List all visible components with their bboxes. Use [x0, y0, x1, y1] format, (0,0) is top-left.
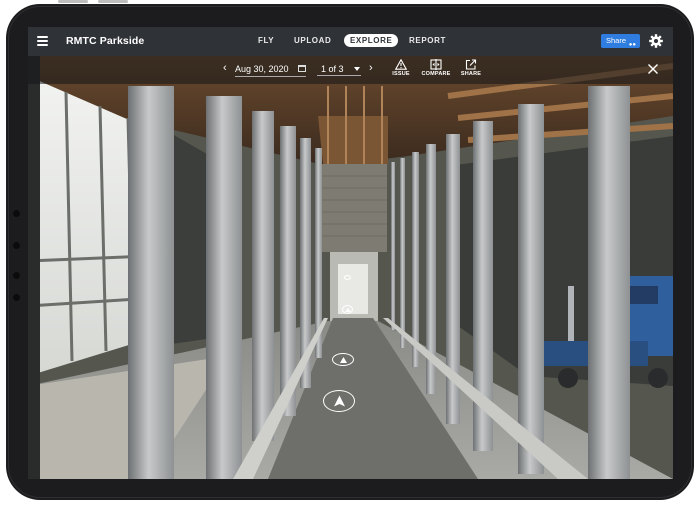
camera-dot [13, 210, 20, 217]
up-arrow-icon [333, 395, 345, 406]
walkthrough-arrow[interactable] [332, 353, 354, 366]
photo-viewer[interactable]: ‹ Aug 30, 2020 1 of 3 › ISSUE COMPARE SH… [28, 56, 673, 479]
compare-icon [430, 59, 442, 70]
photo-index-value: 1 of 3 [321, 64, 344, 74]
app-screen: RMTC Parkside FLY UPLOAD EXPLORE REPORT … [28, 27, 673, 479]
gear-icon[interactable] [648, 33, 664, 49]
share-photo-label: SHARE [460, 71, 482, 77]
close-icon[interactable] [647, 63, 659, 75]
users-icon: ●● [628, 42, 636, 48]
walkthrough-arrow[interactable] [323, 390, 355, 412]
compare-label: COMPARE [421, 71, 451, 77]
issue-button[interactable]: ISSUE [381, 59, 421, 77]
project-title: RMTC Parkside [66, 35, 145, 47]
compare-button[interactable]: COMPARE [416, 59, 456, 77]
up-arrow-icon [339, 356, 347, 363]
tab-fly[interactable]: FLY [258, 36, 274, 45]
photo-toolbar: ‹ Aug 30, 2020 1 of 3 › ISSUE COMPARE SH… [28, 56, 673, 84]
hamburger-icon[interactable] [37, 36, 48, 46]
tab-explore[interactable]: EXPLORE [344, 34, 399, 47]
photo-index-select[interactable]: 1 of 3 [317, 62, 361, 76]
capture-date-value: Aug 30, 2020 [235, 64, 289, 74]
tab-upload[interactable]: UPLOAD [294, 36, 331, 45]
capture-date-select[interactable]: Aug 30, 2020 [235, 62, 306, 77]
chevron-left-icon[interactable]: ‹ [223, 62, 227, 74]
share-photo-button[interactable]: SHARE [451, 59, 491, 77]
device-button [98, 0, 128, 3]
calendar-icon [298, 65, 306, 72]
sensor-dot [13, 242, 20, 249]
top-navigation-bar: RMTC Parkside FLY UPLOAD EXPLORE REPORT … [28, 27, 673, 56]
sensor-dot [13, 294, 20, 301]
construction-site-photo [28, 56, 673, 479]
issue-label: ISSUE [392, 71, 410, 77]
device-button [58, 0, 88, 3]
walkthrough-arrow[interactable] [342, 305, 353, 314]
warning-icon [395, 59, 407, 70]
up-arrow-icon [344, 307, 351, 312]
share-out-icon [465, 59, 477, 70]
caret-down-icon [354, 67, 360, 71]
chevron-right-icon[interactable]: › [369, 62, 373, 74]
share-button-label: Share [606, 36, 627, 45]
share-button[interactable]: Share ●● [601, 34, 640, 48]
walkthrough-arrow[interactable] [344, 275, 351, 280]
sensor-dot [13, 272, 20, 279]
tab-report[interactable]: REPORT [409, 36, 446, 45]
